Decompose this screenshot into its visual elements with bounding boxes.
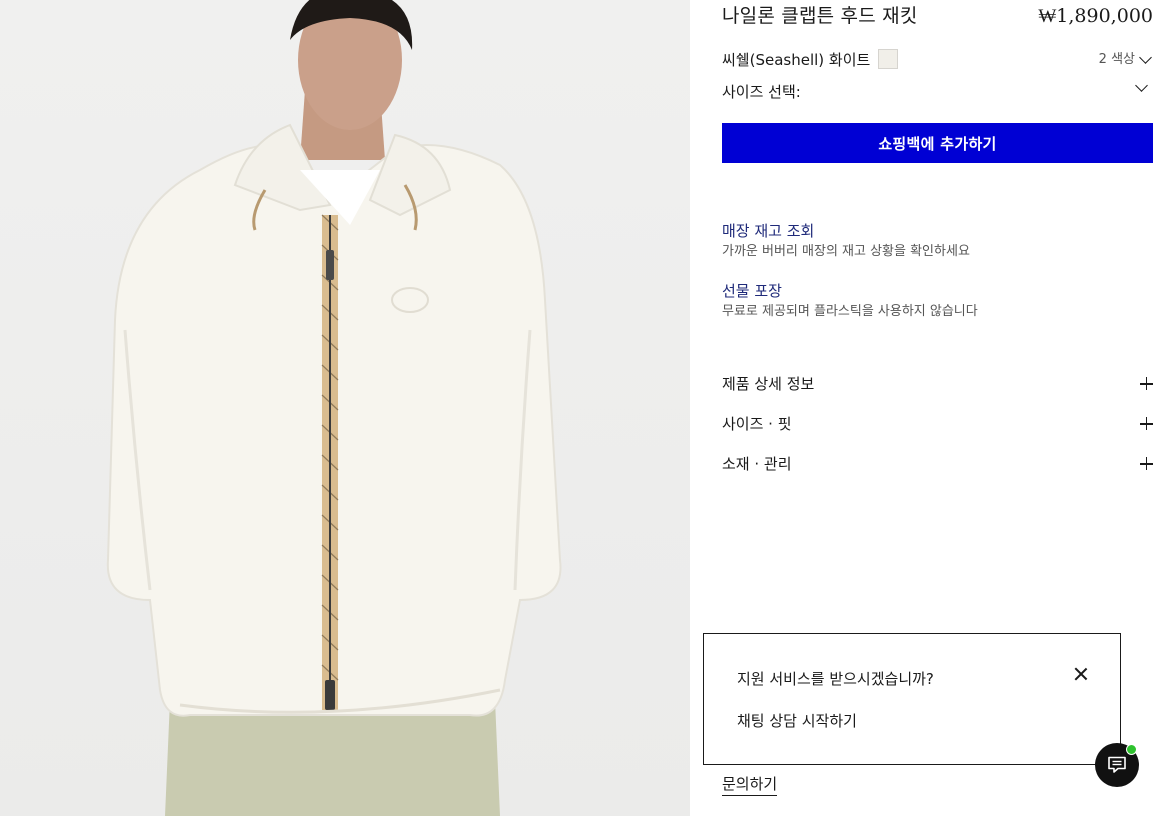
- accordion-label: 소재 · 관리: [722, 455, 792, 473]
- color-count-toggle[interactable]: 2 색상: [1099, 50, 1153, 70]
- chat-question: 지원 서비스를 받으시겠습니까?: [737, 670, 934, 688]
- online-status-dot: [1126, 744, 1137, 755]
- close-icon[interactable]: [1074, 667, 1088, 681]
- product-title: 나일론 클랩튼 후드 재킷: [722, 5, 918, 27]
- title-row: 나일론 클랩튼 후드 재킷 ₩1,890,000: [722, 2, 1153, 32]
- accordion-product-details[interactable]: 제품 상세 정보: [722, 371, 1153, 397]
- chat-button[interactable]: [1095, 743, 1139, 787]
- plus-icon[interactable]: [1140, 377, 1153, 390]
- chat-icon: [1108, 756, 1126, 773]
- size-label: 사이즈 선택:: [722, 83, 801, 101]
- accordion-size-fit[interactable]: 사이즈 · 핏: [722, 411, 1153, 437]
- color-swatch[interactable]: [878, 49, 898, 69]
- inquiry-link[interactable]: 문의하기: [722, 773, 778, 796]
- color-count-label: 2 색상: [1098, 52, 1135, 67]
- product-photo-illustration: [106, 0, 562, 816]
- store-stock-check[interactable]: 매장 재고 조회 가까운 버버리 매장의 재고 상황을 확인하세요: [722, 220, 1153, 262]
- gift-wrap[interactable]: 선물 포장 무료로 제공되며 플라스틱을 사용하지 않습니다: [722, 280, 1153, 322]
- start-chat-link[interactable]: 채팅 상담 시작하기: [737, 710, 857, 732]
- product-image: [0, 0, 690, 816]
- color-selector[interactable]: 씨쉘(Seashell) 화이트 2 색상: [722, 47, 1153, 73]
- chevron-down-icon: [1135, 79, 1148, 92]
- chat-support-popup: 지원 서비스를 받으시겠습니까? 채팅 상담 시작하기: [703, 633, 1121, 765]
- plus-icon[interactable]: [1140, 457, 1153, 470]
- product-price: ₩1,890,000: [1038, 5, 1153, 27]
- gift-wrap-description: 무료로 제공되며 플라스틱을 사용하지 않습니다: [722, 304, 978, 319]
- accordion-label: 사이즈 · 핏: [722, 415, 792, 433]
- accordion-label: 제품 상세 정보: [722, 375, 815, 393]
- plus-icon[interactable]: [1140, 417, 1153, 430]
- size-selector[interactable]: 사이즈 선택:: [722, 79, 1153, 105]
- gift-wrap-title[interactable]: 선물 포장: [722, 280, 1153, 302]
- chevron-down-icon: [1139, 51, 1152, 64]
- store-stock-description: 가까운 버버리 매장의 재고 상황을 확인하세요: [722, 244, 970, 259]
- store-stock-title[interactable]: 매장 재고 조회: [722, 220, 1153, 242]
- color-name: 씨쉘(Seashell) 화이트: [722, 51, 871, 69]
- accordion-material-care[interactable]: 소재 · 관리: [722, 451, 1153, 477]
- add-to-bag-button[interactable]: 쇼핑백에 추가하기: [722, 123, 1153, 163]
